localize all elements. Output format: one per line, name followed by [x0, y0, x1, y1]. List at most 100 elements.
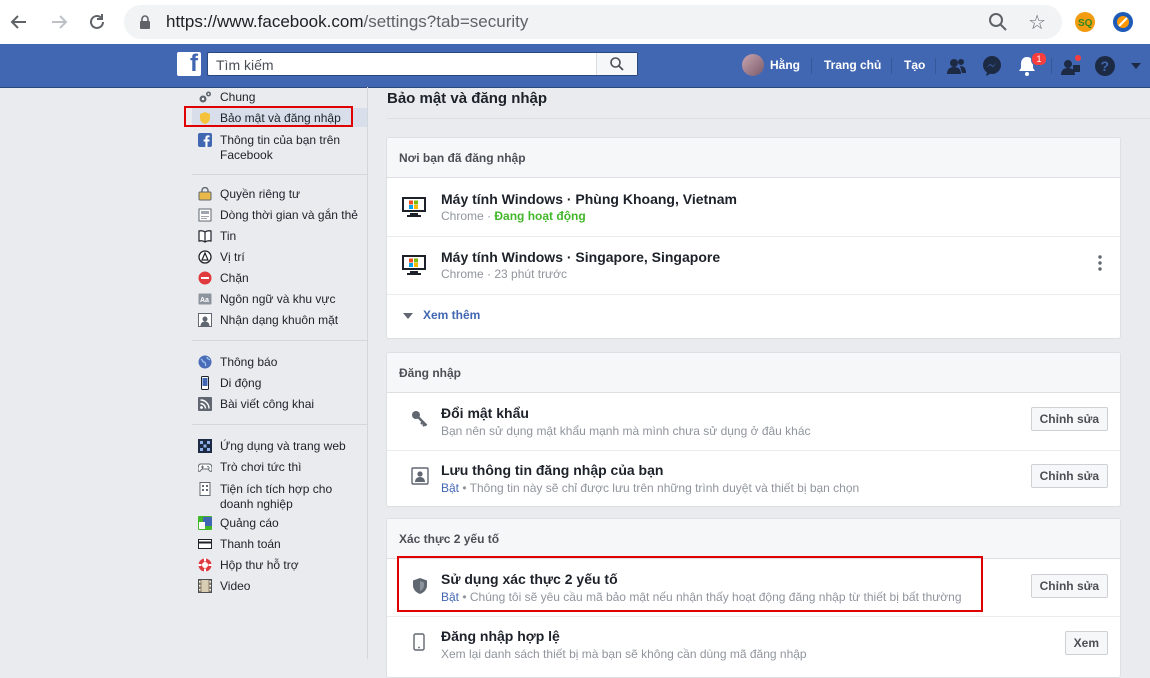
- help-question-icon[interactable]: ?: [1094, 55, 1116, 77]
- zoom-icon[interactable]: [988, 12, 1008, 32]
- sidebar-item-label: Di động: [220, 376, 262, 390]
- sidebar-item-support-inbox[interactable]: Hộp thư hỗ trợ: [192, 557, 367, 574]
- session-device: Máy tính Windows · Phùng Khoang, Vietnam: [441, 191, 737, 207]
- address-bar[interactable]: https://www.facebook.com/settings?tab=se…: [124, 5, 1062, 39]
- facebook-logo-icon[interactable]: f: [177, 50, 201, 77]
- row-title: Lưu thông tin đăng nhập của bạn: [441, 462, 664, 478]
- avatar[interactable]: [742, 54, 764, 76]
- sidebar-item-video[interactable]: Video: [192, 578, 367, 595]
- sidebar-item-privacy[interactable]: Quyền riêng tư: [192, 186, 367, 203]
- reload-icon[interactable]: [84, 9, 110, 35]
- search-button[interactable]: [596, 53, 637, 75]
- change-password-row[interactable]: Đổi mật khẩu Bạn nên sử dụng mật khẩu mạ…: [387, 393, 1120, 451]
- language-icon: Aa: [198, 293, 212, 305]
- edit-password-button[interactable]: Chỉnh sửa: [1030, 407, 1108, 431]
- row-description-text: • Thông tin này sẽ chỉ được lưu trên nhữ…: [459, 481, 860, 495]
- create-link[interactable]: Tạo: [904, 44, 925, 87]
- sidebar-item-label: Thanh toán: [220, 537, 281, 551]
- quick-help-people-icon[interactable]: [1060, 55, 1082, 77]
- sidebar-item-business-integrations[interactable]: Tiện ích tích hợp cho doanh nghiệp: [192, 481, 367, 513]
- sidebar-item-label: Ngôn ngữ và khu vực: [220, 292, 336, 306]
- sidebar-item-label: Quảng cáo: [220, 516, 279, 530]
- sidebar-item-label: Hộp thư hỗ trợ: [220, 558, 299, 572]
- payment-icon: [198, 539, 212, 549]
- sidebar-item-label: Ứng dụng và trang web: [220, 439, 346, 453]
- where-logged-in-card: Nơi bạn đã đăng nhập Máy tính Windows · …: [386, 137, 1121, 339]
- sidebar-item-label: Vị trí: [220, 250, 245, 264]
- extension-icon[interactable]: SQ: [1074, 11, 1096, 33]
- url-text: https://www.facebook.com/settings?tab=se…: [166, 12, 529, 31]
- home-link[interactable]: Trang chủ: [824, 44, 881, 87]
- sidebar-item-label: Dòng thời gian và gắn thẻ: [220, 208, 358, 222]
- divider: [192, 424, 367, 425]
- sidebar-item-label: Trò chơi tức thì: [220, 460, 302, 474]
- sidebar-item-stories[interactable]: Tin: [192, 228, 367, 245]
- saved-login-profile-icon: [411, 467, 429, 485]
- bookmark-star-icon[interactable]: ☆: [1028, 10, 1046, 35]
- account-menu-chevron-icon[interactable]: [1130, 61, 1142, 71]
- back-arrow-icon[interactable]: [6, 9, 32, 35]
- search-icon: [610, 57, 624, 71]
- forward-arrow-icon[interactable]: [46, 9, 72, 35]
- sidebar-item-language-region[interactable]: Aa Ngôn ngữ và khu vực: [192, 291, 367, 308]
- search-box: [207, 52, 638, 76]
- session-browser: Chrome: [441, 267, 484, 281]
- lock-icon: [198, 187, 212, 201]
- see-more-link[interactable]: Xem thêm: [423, 308, 480, 322]
- sidebar-item-instant-games[interactable]: Trò chơi tức thì: [192, 459, 367, 476]
- session-row[interactable]: Máy tính Windows · Singapore, Singapore …: [387, 236, 1120, 295]
- browser-toolbar: https://www.facebook.com/settings?tab=se…: [0, 0, 1150, 45]
- edit-two-factor-button[interactable]: Chỉnh sửa: [1030, 574, 1108, 598]
- sidebar-item-ads[interactable]: Quảng cáo: [192, 515, 367, 532]
- mobile-icon: [413, 633, 425, 651]
- friend-requests-icon[interactable]: [946, 55, 968, 77]
- divider: [935, 58, 936, 74]
- sidebar-item-notifications[interactable]: Thông báo: [192, 354, 367, 371]
- sidebar-item-mobile[interactable]: Di động: [192, 375, 367, 392]
- search-input[interactable]: [214, 56, 598, 74]
- card-header-title: Xác thực 2 yếu tố: [399, 532, 500, 546]
- key-icon: [412, 411, 428, 427]
- card-header-title: Đăng nhập: [399, 366, 461, 380]
- facebook-icon: [198, 133, 212, 147]
- view-authorized-logins-button[interactable]: Xem: [1064, 631, 1108, 655]
- save-login-row[interactable]: Lưu thông tin đăng nhập của bạn Bật • Th…: [387, 450, 1120, 506]
- messenger-icon[interactable]: [981, 55, 1003, 77]
- mobile-icon: [201, 376, 209, 390]
- sidebar-item-general[interactable]: Chung: [192, 89, 367, 106]
- sidebar-item-apps-websites[interactable]: Ứng dụng và trang web: [192, 438, 367, 455]
- chevron-down-icon: [403, 313, 413, 319]
- edit-save-login-button[interactable]: Chỉnh sửa: [1030, 464, 1108, 488]
- timeline-icon: [198, 208, 212, 222]
- more-options-icon[interactable]: [1098, 255, 1102, 271]
- separator: ·: [483, 209, 495, 223]
- sidebar-item-blocking[interactable]: Chặn: [192, 270, 367, 287]
- card-header: Xác thực 2 yếu tố: [387, 519, 1120, 559]
- card-header: Nơi bạn đã đăng nhập: [387, 138, 1120, 178]
- divider: [192, 174, 367, 175]
- sidebar-item-label: Quyền riêng tư: [220, 187, 301, 201]
- svg-text:SQ: SQ: [1078, 18, 1093, 29]
- windows-computer-icon: [402, 197, 426, 217]
- sidebar-item-location[interactable]: Vị trí: [192, 249, 367, 266]
- sidebar-item-label: Bài viết công khai: [220, 397, 315, 411]
- sidebar-item-label: Chung: [220, 90, 256, 104]
- settings-sidebar: Chung Bảo mật và đăng nhập Thông tin của…: [192, 87, 368, 659]
- sidebar-item-public-posts[interactable]: Bài viết công khai: [192, 396, 367, 413]
- extension-icon[interactable]: [1112, 11, 1134, 33]
- row-title: Đổi mật khẩu: [441, 405, 529, 421]
- divider: [811, 58, 812, 74]
- card-header: Đăng nhập: [387, 353, 1120, 393]
- profile-link[interactable]: Hằng: [770, 44, 800, 87]
- highlight-annotation-box: [397, 556, 983, 612]
- windows-computer-icon: [402, 255, 426, 275]
- sidebar-item-your-facebook-information[interactable]: Thông tin của bạn trên Facebook: [192, 132, 367, 164]
- sidebar-item-payments[interactable]: Thanh toán: [192, 536, 367, 553]
- authorized-logins-row[interactable]: Đăng nhập hợp lệ Xem lại danh sách thiết…: [387, 616, 1120, 676]
- sidebar-item-face-recognition[interactable]: Nhận dạng khuôn mặt: [192, 312, 367, 329]
- see-more-row[interactable]: Xem thêm: [387, 294, 1120, 338]
- sidebar-item-timeline-tagging[interactable]: Dòng thời gian và gắn thẻ: [192, 207, 367, 224]
- session-meta: Chrome · 23 phút trước: [441, 267, 567, 281]
- row-description: Bật • Thông tin này sẽ chỉ được lưu trên…: [441, 481, 859, 495]
- session-row[interactable]: Máy tính Windows · Phùng Khoang, Vietnam…: [387, 178, 1120, 237]
